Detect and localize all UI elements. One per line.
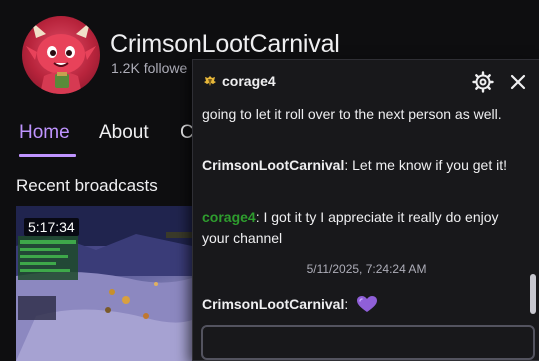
tab-home[interactable]: Home: [19, 122, 70, 144]
message: going to let it roll over to the next pe…: [202, 104, 522, 125]
message: corage4: I got it ty I appreciate it rea…: [202, 207, 522, 248]
channel-name[interactable]: CrimsonLootCarnival: [110, 30, 340, 59]
gold-wing-badge-icon: [204, 76, 216, 86]
recent-broadcasts-title: Recent broadcasts: [16, 176, 158, 195]
message-timestamp: 5/11/2025, 7:24:24 AM: [306, 262, 427, 276]
devil-mascot-icon: [26, 22, 96, 94]
whisper-header: corage4: [193, 60, 539, 104]
follower-count: 1.2K followe: [111, 60, 188, 76]
active-tab-indicator: [19, 154, 76, 157]
purple-heart-emote-icon: [357, 296, 378, 312]
gear-icon[interactable]: [472, 71, 494, 93]
whisper-window: corage4 going to let it roll over to the…: [192, 59, 539, 361]
message-author[interactable]: CrimsonLootCarnival: [202, 157, 344, 173]
close-icon[interactable]: [508, 72, 528, 92]
scrollbar-thumb[interactable]: [530, 274, 536, 314]
broadcast-thumbnail[interactable]: 5:17:34: [16, 206, 192, 361]
channel-avatar[interactable]: [22, 16, 100, 94]
channel-nav: Home About C: [19, 122, 219, 162]
message: CrimsonLootCarnival:: [202, 294, 522, 315]
message: CrimsonLootCarnival: Let me know if you …: [202, 155, 522, 176]
whisper-messages[interactable]: going to let it roll over to the next pe…: [193, 104, 539, 320]
message-separator: :: [344, 296, 349, 312]
tab-about[interactable]: About: [99, 122, 149, 144]
message-text: going to let it roll over to the next pe…: [202, 106, 502, 122]
video-duration: 5:17:34: [24, 218, 79, 236]
message-author[interactable]: CrimsonLootCarnival: [202, 296, 344, 312]
whisper-username[interactable]: corage4: [222, 73, 276, 89]
message-author[interactable]: corage4: [202, 209, 256, 225]
message-text: Let me know if you get it!: [348, 157, 507, 173]
whisper-message-input[interactable]: [201, 325, 535, 360]
